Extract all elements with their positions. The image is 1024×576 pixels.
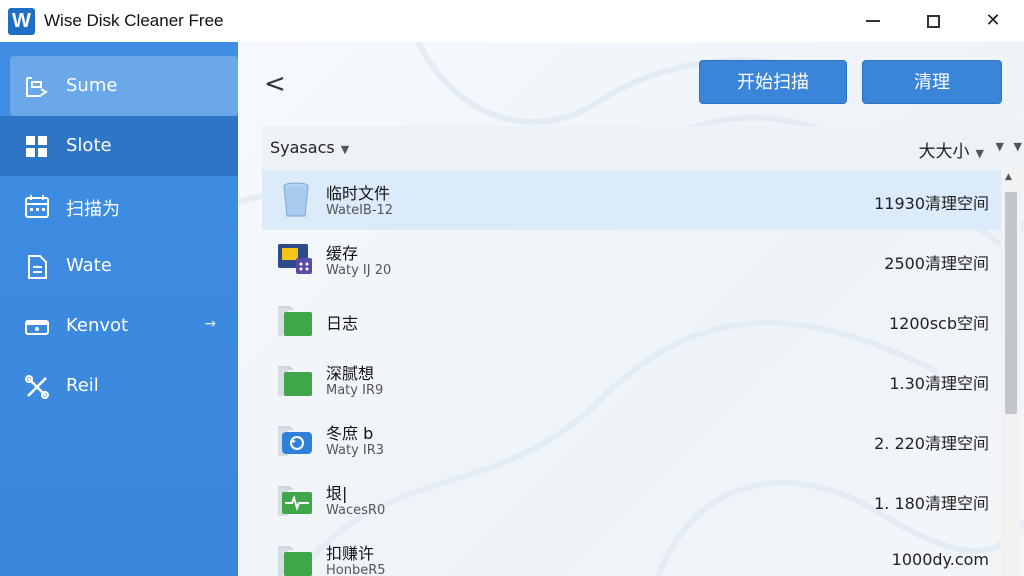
list-item-category-6[interactable]: 垠| WacesR0 1. 180清理空间 — [262, 470, 1001, 530]
sort-down-icon: ▼ — [975, 147, 984, 160]
filter-dropdown-icon[interactable]: ▼ — [996, 140, 1004, 153]
column-name-header[interactable]: Syasacs ▼ — [270, 138, 349, 157]
vertical-scrollbar[interactable]: ▲ — [1001, 170, 1021, 576]
sidebar-item-kenvot[interactable]: Kenvot → — [0, 296, 238, 356]
cache-icon — [278, 244, 312, 274]
sidebar-item-scan[interactable]: 扫描为 — [0, 176, 238, 236]
restore-icon — [278, 426, 312, 456]
list-header: Syasacs ▼ 大大小 ▼ ▼ ▼ — [262, 126, 1024, 170]
item-subtitle: Waty IJ 20 — [326, 263, 392, 278]
app-logo: W — [8, 8, 35, 35]
title-bar: W Wise Disk Cleaner Free ✕ — [0, 0, 1024, 42]
maximize-icon — [926, 14, 940, 28]
sidebar-item-label: 扫描为 — [66, 199, 120, 220]
column-size-label: 大大小 — [918, 142, 970, 162]
item-name: 垠| — [326, 484, 348, 503]
item-subtitle: WacesR0 — [326, 503, 386, 518]
sidebar-item-sume[interactable]: Sume — [10, 56, 238, 116]
start-scan-button[interactable]: 开始扫描 — [699, 60, 847, 104]
document-icon — [28, 255, 47, 279]
item-size: 1000dy.com — [891, 550, 989, 569]
list-item-logs[interactable]: 日志 1200scb空间 — [262, 290, 1001, 350]
item-subtitle: HonbeR5 — [326, 563, 386, 576]
sidebar-item-label: Reil — [66, 375, 99, 396]
item-size: 1. 180清理空间 — [874, 494, 989, 513]
item-subtitle: Maty IR9 — [326, 383, 384, 398]
sweep-icon — [26, 77, 48, 97]
file-category-list: 临时文件 WateIB-12 11930清理空间 缓存 Waty IJ 20 2… — [262, 170, 1001, 576]
item-name: 扣赚许 — [326, 544, 375, 563]
calendar-icon — [25, 195, 49, 218]
list-item-cache[interactable]: 缓存 Waty IJ 20 2500清理空间 — [262, 230, 1001, 290]
item-subtitle: WateIB-12 — [326, 203, 394, 218]
item-size: 11930清理空间 — [874, 194, 989, 213]
folder-icon — [278, 306, 312, 336]
item-name: 缓存 — [326, 244, 359, 263]
close-button[interactable]: ✕ — [970, 6, 1016, 36]
minimize-button[interactable] — [850, 6, 896, 36]
sidebar-item-slote[interactable]: Slote — [0, 116, 238, 176]
close-icon: ✕ — [985, 10, 1001, 31]
item-name: 临时文件 — [326, 184, 391, 203]
list-item-category-7[interactable]: 扣赚许 HonbeR5 1000dy.com — [262, 530, 1001, 576]
app-title: Wise Disk Cleaner Free — [44, 11, 224, 30]
list-item-category-5[interactable]: 冬庶 b Waty IR3 2. 220清理空间 — [262, 410, 1001, 470]
list-item-category-4[interactable]: 深腻想 Maty IR9 1.30清理空间 — [262, 350, 1001, 410]
sidebar: Sume Slote 扫描为 Wate Kenvot → Reil — [0, 42, 238, 576]
column-size-header[interactable]: 大大小 ▼ — [919, 137, 984, 162]
item-subtitle: Waty IR3 — [326, 443, 385, 458]
sidebar-item-wate[interactable]: Wate — [0, 236, 238, 296]
column-name-label: Syasacs — [270, 138, 335, 157]
tools-icon — [25, 375, 49, 399]
item-name: 冬庶 b — [326, 424, 374, 443]
sidebar-item-label: Kenvot — [66, 315, 129, 336]
item-size: 1200scb空间 — [888, 314, 989, 333]
minimize-icon — [866, 20, 880, 22]
item-name: 深腻想 — [326, 364, 375, 383]
sidebar-item-label: Wate — [66, 255, 112, 276]
grid-icon — [26, 136, 47, 157]
maximize-button[interactable] — [910, 6, 956, 36]
list-item-temp-files[interactable]: 临时文件 WateIB-12 11930清理空间 — [262, 170, 1001, 230]
chevron-right-icon: → — [204, 316, 216, 332]
scroll-up-icon[interactable]: ▲ — [1005, 172, 1012, 182]
diagnostic-icon — [278, 486, 312, 516]
clean-button[interactable]: 清理 — [862, 60, 1002, 104]
scrollbar-thumb[interactable] — [1005, 192, 1017, 414]
sidebar-item-label: Slote — [66, 135, 112, 156]
drive-icon — [25, 320, 49, 335]
item-size: 2500清理空间 — [884, 254, 989, 273]
recycle-bin-icon — [283, 182, 309, 217]
sort-down-icon: ▼ — [340, 143, 350, 156]
item-size: 2. 220清理空间 — [874, 434, 989, 453]
sidebar-item-reil[interactable]: Reil — [0, 356, 238, 416]
folder-icon — [278, 366, 312, 396]
item-size: 1.30清理空间 — [889, 374, 989, 393]
back-button[interactable]: < — [264, 66, 294, 102]
main-panel: < 开始扫描 清理 Syasacs ▼ 大大小 ▼ ▼ ▼ 临时文件 WateIB-… — [238, 42, 1024, 576]
options-dropdown-icon[interactable]: ▼ — [1014, 140, 1022, 153]
sidebar-item-label: Sume — [66, 75, 118, 96]
item-name: 日志 — [326, 314, 359, 333]
folder-icon — [278, 546, 312, 576]
